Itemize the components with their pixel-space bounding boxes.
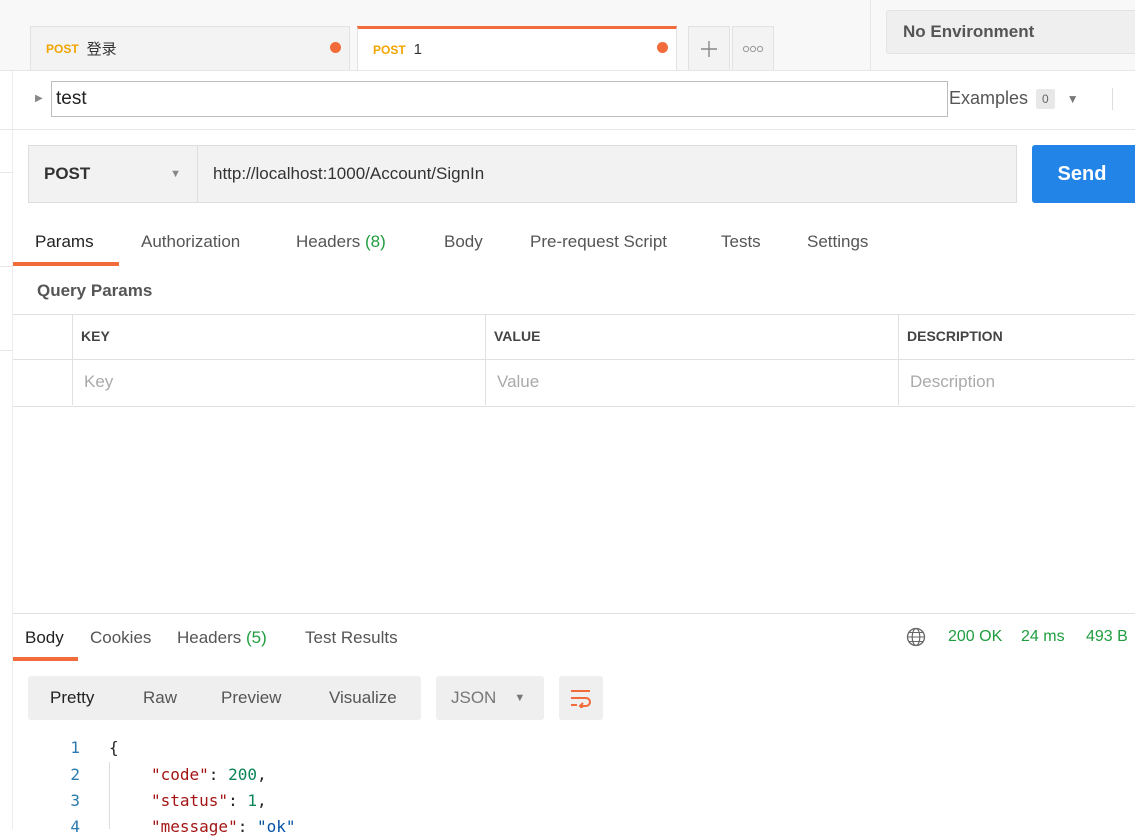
tab-prerequest-script[interactable]: Pre-request Script	[530, 232, 667, 252]
chevron-down-icon: ▼	[514, 692, 526, 704]
column-divider	[72, 315, 73, 405]
divider	[13, 613, 1135, 614]
divider	[12, 70, 13, 829]
response-tab-cookies[interactable]: Cookies	[90, 628, 151, 648]
tab-method: POST	[373, 42, 406, 57]
view-pretty-button[interactable]: Pretty	[50, 688, 94, 708]
tab-settings[interactable]: Settings	[807, 232, 868, 252]
active-tab-indicator	[13, 262, 119, 266]
active-tab-indicator	[13, 657, 78, 661]
code-line: {	[109, 738, 119, 757]
response-tab-body[interactable]: Body	[25, 628, 64, 648]
column-divider	[898, 315, 899, 405]
request-tab-1[interactable]: POST 1	[357, 26, 677, 70]
tab-params[interactable]: Params	[35, 232, 94, 252]
json-punct: ,	[256, 765, 267, 784]
key-input[interactable]: Key	[84, 372, 113, 392]
line-number: 3	[70, 791, 80, 810]
response-tab-test-results[interactable]: Test Results	[305, 628, 398, 648]
environment-select[interactable]: No Environment	[886, 10, 1135, 54]
unsaved-dot-icon	[330, 42, 341, 53]
tab-tests[interactable]: Tests	[721, 232, 761, 252]
code-line: "status": 1,	[151, 791, 267, 810]
wrap-lines-button[interactable]	[559, 676, 603, 720]
json-value: 1	[247, 791, 257, 810]
headers-count: (8)	[365, 232, 386, 251]
chevron-down-icon: ▼	[1066, 91, 1079, 106]
response-size[interactable]: 493 B	[1086, 628, 1128, 646]
url-input[interactable]: http://localhost:1000/Account/SignIn	[197, 145, 1017, 203]
column-divider	[485, 315, 486, 405]
more-dots-icon	[742, 45, 764, 52]
status-code[interactable]: 200 OK	[948, 628, 1002, 646]
json-key: "status"	[151, 791, 229, 810]
code-line: "message": "ok"	[151, 817, 296, 836]
request-tab-login[interactable]: POST 登录	[30, 26, 350, 70]
line-number: 4	[70, 817, 80, 836]
method-select[interactable]: POST ▼	[28, 145, 198, 203]
json-value: 200	[228, 765, 257, 784]
divider	[1112, 88, 1113, 110]
tab-method: POST	[46, 41, 79, 56]
row-divider	[13, 359, 1135, 360]
method-value: POST	[44, 164, 91, 183]
divider	[0, 172, 12, 173]
tab-authorization[interactable]: Authorization	[141, 232, 240, 252]
divider	[0, 266, 12, 267]
column-header-value: VALUE	[494, 328, 541, 344]
json-value: "ok"	[256, 817, 296, 836]
format-select[interactable]: JSON ▼	[436, 676, 544, 720]
new-tab-button[interactable]	[688, 26, 730, 70]
caret-right-icon[interactable]: ▶	[35, 93, 43, 104]
view-raw-button[interactable]: Raw	[143, 688, 177, 708]
request-name-input[interactable]	[51, 81, 948, 117]
response-time[interactable]: 24 ms	[1021, 628, 1065, 646]
query-params-title: Query Params	[37, 281, 153, 300]
line-number: 1	[70, 738, 80, 757]
examples-dropdown[interactable]: Examples 0 ▼	[949, 88, 1079, 109]
examples-label: Examples	[949, 88, 1029, 108]
more-tabs-button[interactable]	[732, 26, 774, 70]
view-visualize-button[interactable]: Visualize	[329, 688, 397, 708]
column-header-description: DESCRIPTION	[907, 328, 1003, 344]
response-headers-count: (5)	[246, 628, 267, 647]
tab-headers[interactable]: Headers (8)	[296, 232, 386, 252]
examples-count-badge: 0	[1036, 88, 1055, 109]
wrap-lines-icon	[571, 690, 591, 708]
send-button[interactable]: Send	[1032, 145, 1135, 203]
response-headers-label: Headers	[177, 628, 242, 647]
line-number: 2	[70, 765, 80, 784]
response-tab-headers[interactable]: Headers (5)	[177, 628, 267, 648]
globe-icon[interactable]	[906, 627, 926, 647]
json-punct: ,	[256, 791, 267, 810]
tab-name: 登录	[86, 41, 117, 58]
json-key: "code"	[151, 765, 209, 784]
value-input[interactable]: Value	[497, 372, 539, 392]
divider	[0, 350, 12, 351]
json-key: "message"	[151, 817, 238, 836]
tab-headers-label: Headers	[296, 232, 361, 251]
indent-guide	[109, 762, 110, 829]
tab-name: 1	[413, 41, 423, 58]
description-input[interactable]: Description	[910, 372, 995, 392]
view-preview-button[interactable]: Preview	[221, 688, 281, 708]
plus-icon	[701, 40, 717, 57]
code-line: "code": 200,	[151, 765, 267, 784]
format-value: JSON	[451, 688, 497, 707]
chevron-down-icon: ▼	[170, 168, 181, 180]
column-header-key: KEY	[81, 328, 110, 344]
unsaved-dot-icon	[657, 42, 668, 53]
tab-body[interactable]: Body	[444, 232, 483, 252]
divider	[870, 0, 871, 70]
